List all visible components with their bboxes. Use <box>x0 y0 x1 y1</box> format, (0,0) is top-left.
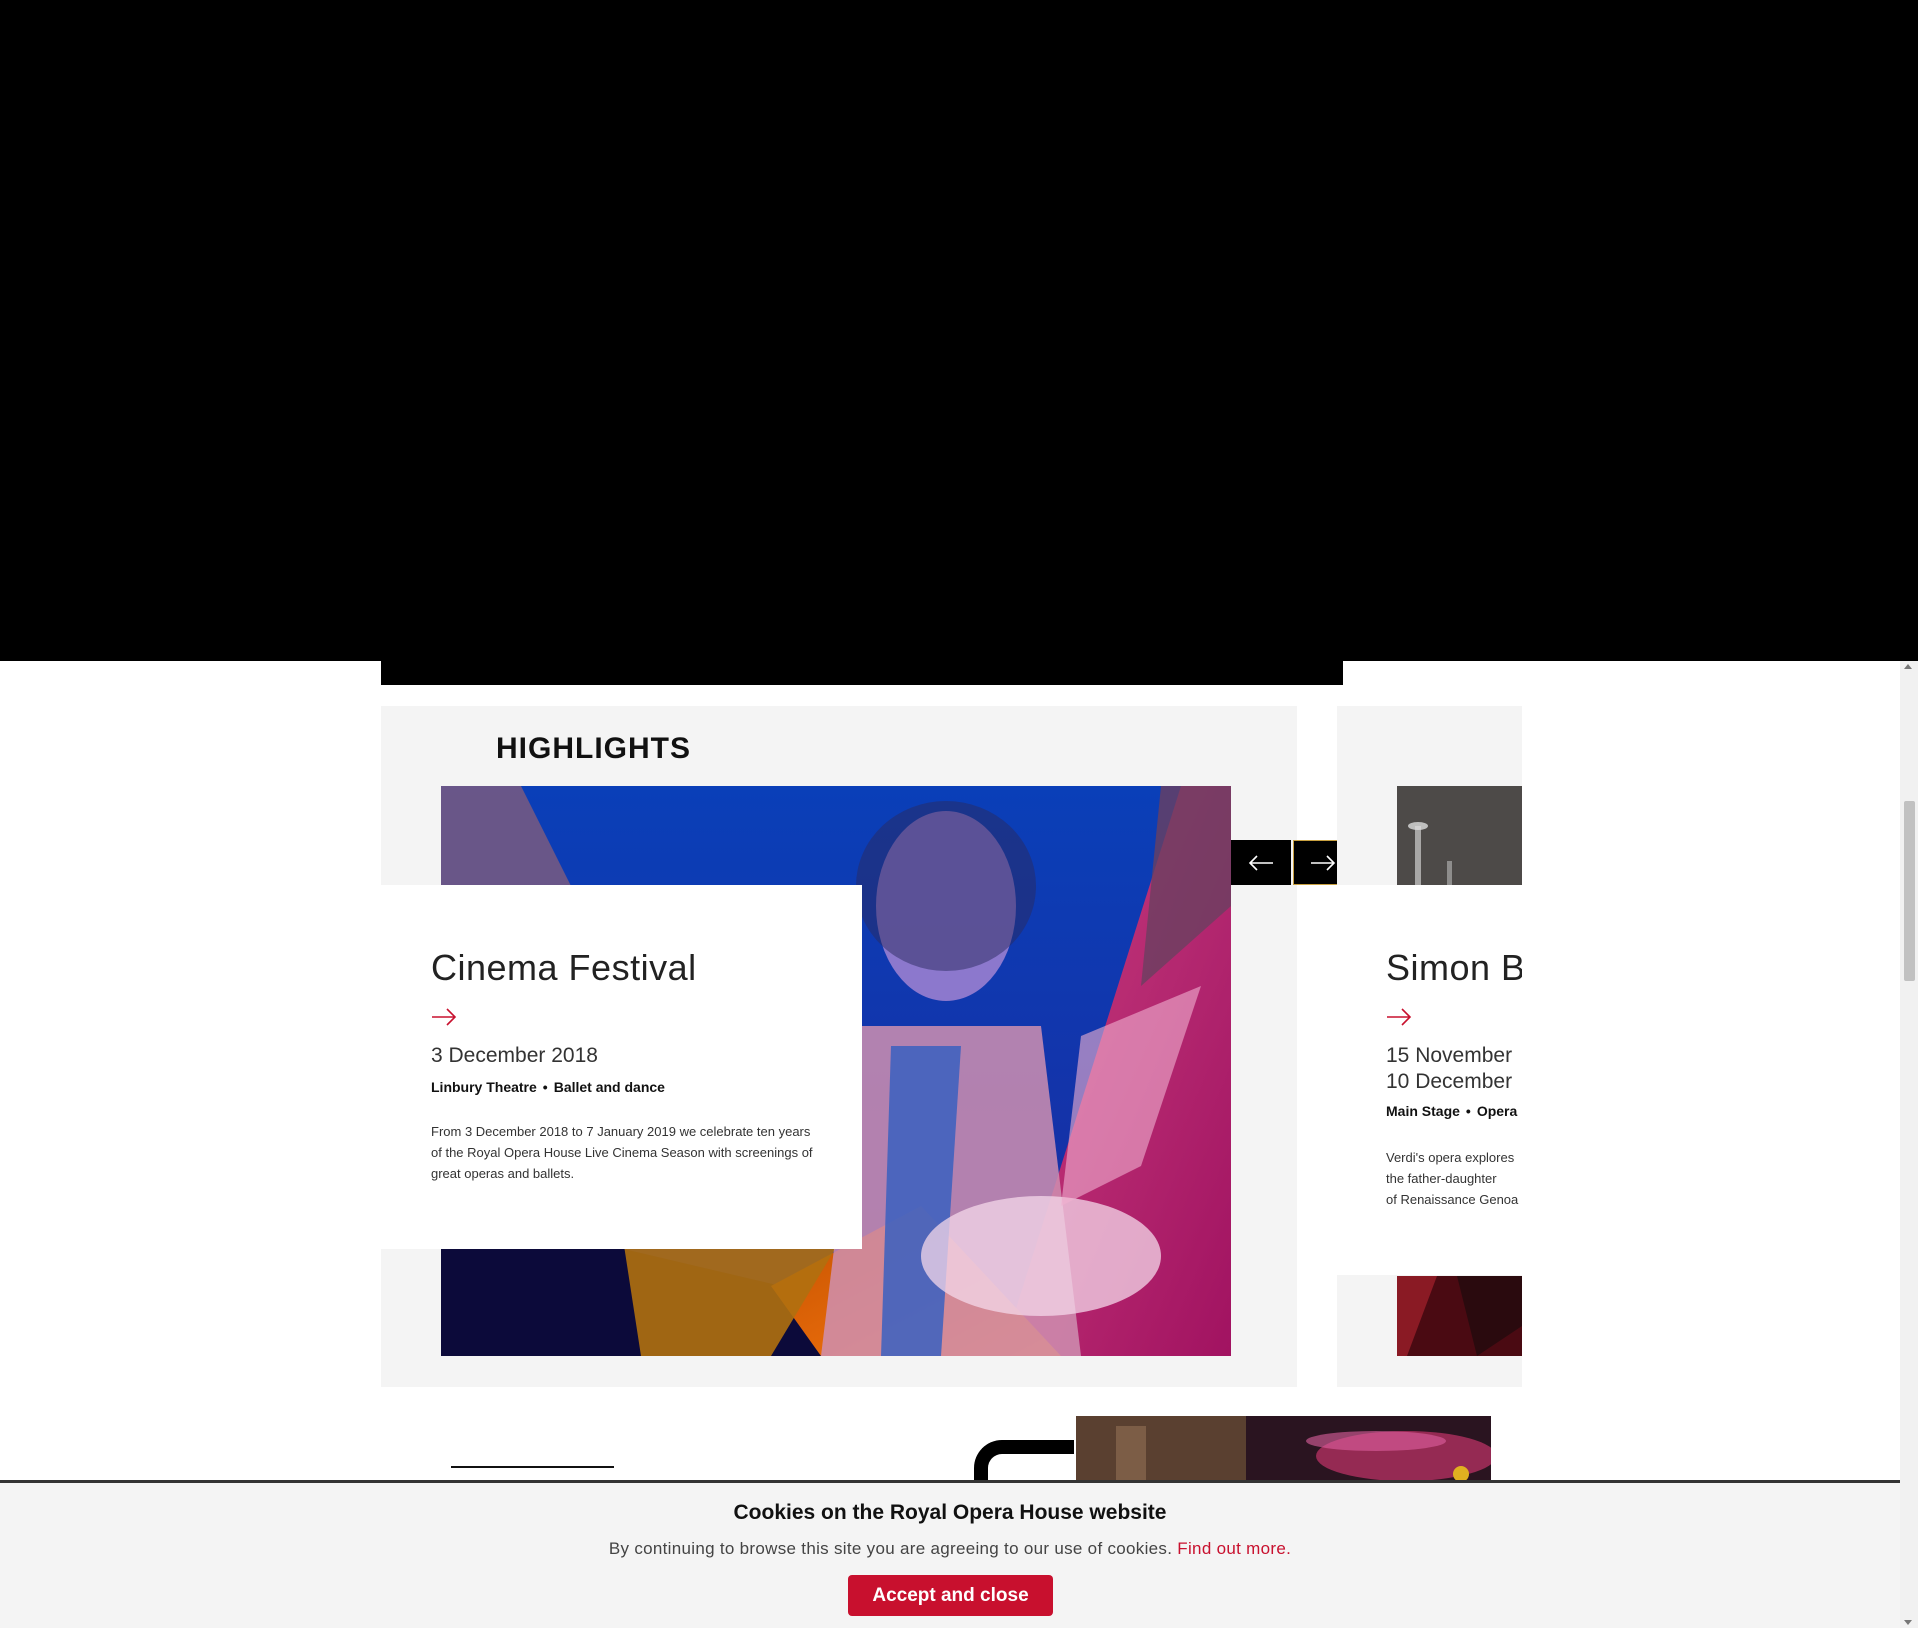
arrow-right-icon <box>1311 854 1336 871</box>
carousel-prev-button[interactable] <box>1231 840 1291 885</box>
card-date-line1: 15 November <box>1386 1044 1513 1067</box>
feature-image[interactable] <box>1076 1416 1491 1482</box>
meta-separator: • <box>542 1079 548 1095</box>
cookie-text: By continuing to browse this site you ar… <box>0 1539 1900 1559</box>
card-meta: Main Stage • Opera <box>1386 1103 1517 1119</box>
card-description-line: Verdi's opera explores <box>1386 1150 1515 1165</box>
scroll-down-arrow-icon[interactable] <box>1904 1620 1912 1625</box>
arrow-right-icon[interactable] <box>1386 1007 1412 1027</box>
highlight-card-simon-boccanegra[interactable]: Simon Boccanegra 15 November 10 December… <box>1337 885 1522 1275</box>
card-date: 3 December 2018 <box>431 1044 598 1067</box>
simon-boccanegra-artwork <box>1397 786 1522 886</box>
card-venue: Linbury Theatre <box>431 1079 537 1095</box>
scroll-up-arrow-icon[interactable] <box>1904 664 1912 669</box>
card-description-line: of Renaissance Genoa <box>1386 1192 1519 1207</box>
card-title[interactable]: Simon Boccanegra <box>1386 947 1522 989</box>
card-venue: Main Stage <box>1386 1103 1460 1119</box>
card-date-line2: 10 December <box>1386 1070 1513 1093</box>
header-video-area <box>0 0 1918 661</box>
feature-artwork <box>1076 1416 1491 1482</box>
arrow-right-icon[interactable] <box>431 1007 457 1027</box>
meta-separator: • <box>1465 1103 1471 1119</box>
find-out-more-link[interactable]: Find out more. <box>1177 1539 1291 1558</box>
simon-boccanegra-image[interactable] <box>1397 786 1522 886</box>
page-scrollbar[interactable] <box>1900 661 1918 1628</box>
card-description-line: the father-daughter <box>1386 1171 1497 1186</box>
card-description: Verdi's opera explores the father-daught… <box>1386 1147 1522 1210</box>
card-date: 15 November 10 December <box>1386 1043 1512 1095</box>
simon-boccanegra-image-lower <box>1397 1276 1522 1356</box>
section-divider <box>451 1466 614 1468</box>
accept-and-close-button[interactable]: Accept and close <box>848 1575 1053 1616</box>
simon-boccanegra-artwork-lower <box>1397 1276 1522 1356</box>
highlight-card-cinema-festival[interactable]: Cinema Festival 3 December 2018 Linbury … <box>381 885 862 1249</box>
cookie-message: By continuing to browse this site you ar… <box>608 1539 1173 1558</box>
highlights-heading: HIGHLIGHTS <box>496 732 691 765</box>
arrow-left-icon <box>1248 854 1273 871</box>
card-category: Opera <box>1476 1103 1518 1119</box>
card-description: From 3 December 2018 to 7 January 2019 w… <box>431 1124 813 1181</box>
cookie-title: Cookies on the Royal Opera House website <box>733 1501 1167 1524</box>
header-strip <box>381 661 1343 685</box>
card-title[interactable]: Cinema Festival <box>431 947 697 989</box>
cookie-banner: Cookies on the Royal Opera House website… <box>0 1480 1900 1628</box>
card-meta: Linbury Theatre • Ballet and dance <box>431 1079 665 1095</box>
scroll-thumb[interactable] <box>1904 801 1915 981</box>
card-category: Ballet and dance <box>553 1079 665 1095</box>
